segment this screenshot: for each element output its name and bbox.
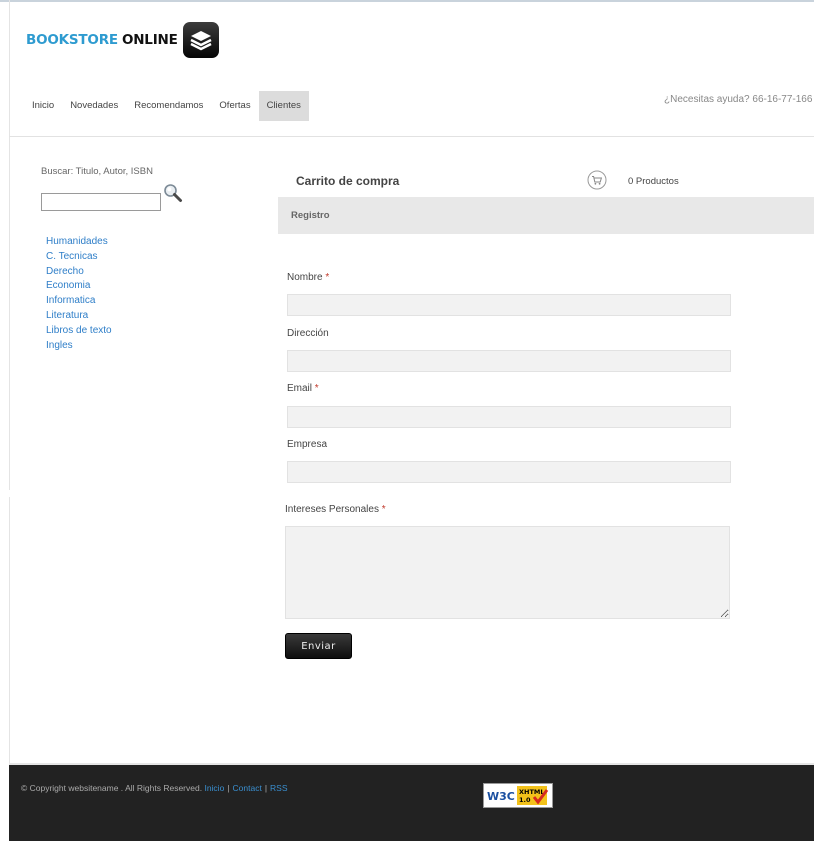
nav-inicio[interactable]: Inicio [24,91,62,121]
xhtml-version: 1.0 [519,796,531,804]
nav-clientes[interactable]: Clientes [258,91,309,121]
nombre-label: Nombre * [287,272,330,283]
category-derecho[interactable]: Derecho [46,265,112,280]
required-mark: * [381,504,386,515]
category-tecnicas[interactable]: C. Tecnicas [46,250,112,265]
w3c-xhtml-badge[interactable]: W3C XHTML 1.0 [483,783,553,808]
empresa-label: Empresa [287,439,328,450]
header-divider [9,136,814,137]
cart-count: 0 Productos [628,176,679,187]
registro-header-bar [278,197,814,234]
direccion-field[interactable] [287,350,731,372]
site-logo[interactable]: BOOKSTORE ONLINE [26,20,219,60]
search-input[interactable] [41,193,161,211]
enviar-button[interactable]: Enviar [285,633,352,659]
nav-recomendamos[interactable]: Recomendamos [126,91,211,121]
category-libros-de-texto[interactable]: Libros de texto [46,324,112,339]
magnifier-icon[interactable] [162,182,184,204]
category-literatura[interactable]: Literatura [46,309,112,324]
logo-book-icon [182,22,219,58]
category-ingles[interactable]: Ingles [46,339,112,354]
left-border [9,0,10,490]
footer-link-contact[interactable]: Contact [233,783,262,793]
registro-title: Registro [291,210,330,221]
help-phone: ¿Necesitas ayuda? 66-16-77-166 [664,94,813,105]
cart-icon[interactable] [587,170,607,190]
nav-ofertas[interactable]: Ofertas [211,91,258,121]
direccion-label: Dirección [287,328,329,339]
email-field[interactable] [287,406,731,428]
email-label: Email * [287,383,319,394]
footer [9,765,814,841]
nombre-field[interactable] [287,294,731,316]
required-mark: * [314,383,319,394]
empresa-field[interactable] [287,461,731,483]
w3c-text: W3C [487,790,515,803]
left-border-lower [9,497,10,765]
footer-link-inicio[interactable]: Inicio [204,783,224,793]
search-label: Buscar: Titulo, Autor, ISBN [41,166,153,177]
footer-link-rss[interactable]: RSS [270,783,287,793]
footer-copyright: © Copyright websitename . All Rights Res… [21,783,288,793]
main-nav: Inicio Novedades Recomendamos Ofertas Cl… [24,91,309,121]
brand-name: BOOKSTORE ONLINE [26,32,178,48]
intereses-label: Intereses Personales * [285,504,386,515]
category-humanidades[interactable]: Humanidades [46,235,112,250]
cart-title: Carrito de compra [296,174,400,188]
top-border [0,0,814,2]
xhtml-text: XHTML [519,788,545,796]
nav-novedades[interactable]: Novedades [62,91,126,121]
category-informatica[interactable]: Informatica [46,294,112,309]
category-list: Humanidades C. Tecnicas Derecho Economia… [46,235,112,353]
category-economia[interactable]: Economia [46,279,112,294]
intereses-textarea[interactable] [285,526,730,619]
required-mark: * [325,272,330,283]
